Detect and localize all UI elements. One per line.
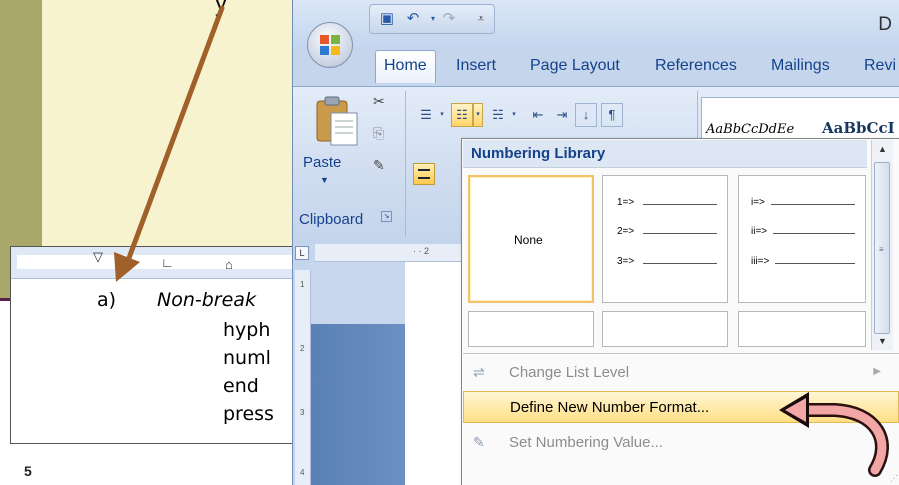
numbering-tile-empty-2[interactable] [602, 311, 728, 347]
numbering-tile-roman[interactable]: i=> ii=> iii=> [738, 175, 866, 303]
callout-curved-arrow [779, 392, 889, 477]
scroll-up-icon[interactable]: ▲ [878, 144, 887, 154]
menu-item-change-list-level[interactable]: ⇌ Change List Level ▶ [463, 357, 899, 389]
numbering-tile-none[interactable]: None [468, 175, 594, 303]
v-ruler-tick: 1 [300, 280, 305, 289]
tab-selector[interactable]: L [295, 246, 309, 260]
tab-mailings[interactable]: Mailings [771, 57, 830, 75]
show-formatting-icon[interactable]: ¶ [601, 103, 623, 127]
scroll-thumb[interactable]: ≡ [874, 162, 890, 334]
tab-insert[interactable]: Insert [456, 57, 496, 75]
scroll-down-icon[interactable]: ▼ [878, 336, 887, 346]
decrease-indent-icon[interactable]: ⇤ [527, 103, 549, 127]
numbering-icon[interactable]: ☷ [451, 103, 473, 127]
numbering-library-header: Numbering Library [463, 140, 867, 168]
copy-icon[interactable]: ⎘ [373, 125, 384, 142]
paste-dropdown-icon[interactable]: ▼ [320, 175, 329, 185]
word-window: ▣ ↶ ▾ ↷ ⩡ D Home Insert Page Layout Refe… [292, 0, 899, 485]
save-icon[interactable]: ▣ [378, 10, 396, 28]
clipboard-group-label: Clipboard [299, 211, 364, 228]
tile-number-label: 3=> [617, 256, 635, 267]
format-painter-icon[interactable]: ✎ [373, 157, 385, 174]
multilevel-dropdown-icon[interactable]: ▾ [509, 103, 519, 127]
office-logo-icon [320, 35, 340, 55]
cut-icon[interactable]: ✂ [373, 93, 385, 110]
annotation-arrow-to-ruler [114, 5, 225, 282]
ribbon-tabs: Home Insert Page Layout References Maili… [293, 48, 899, 86]
title-bar: ▣ ↶ ▾ ↷ ⩡ D [293, 0, 899, 48]
define-new-number-format-label: Define New Number Format... [510, 399, 710, 416]
paste-button[interactable]: Paste [303, 154, 341, 171]
tile-number-label: ii=> [751, 226, 768, 237]
scroll-grip-icon: ≡ [879, 245, 884, 254]
numbering-library-title: Numbering Library [471, 145, 606, 162]
list-item-line-5: press [223, 403, 274, 425]
page-margin-top [311, 262, 405, 324]
v-ruler-tick: 4 [300, 468, 305, 477]
numbering-tile-empty-3[interactable] [738, 311, 866, 347]
quick-access-toolbar: ▣ ↶ ▾ ↷ ⩡ [369, 4, 495, 34]
change-list-level-icon: ⇌ [473, 364, 485, 380]
window-title: D [878, 14, 892, 35]
horizontal-ruler-marks: · · 2 [413, 246, 430, 256]
numbering-tile-empty-1[interactable] [468, 311, 594, 347]
list-item-line-2: hyph [223, 319, 271, 341]
slide-number: 5 [24, 463, 32, 479]
v-ruler-tick: 2 [300, 344, 305, 353]
style-heading-sample[interactable]: AaBbCcI [822, 119, 895, 137]
list-item-line-1: Non-break [157, 289, 256, 311]
align-left-icon[interactable] [413, 163, 435, 185]
multilevel-list-icon[interactable]: ☵ [487, 103, 509, 127]
redo-icon[interactable]: ↷ [440, 10, 458, 28]
bullets-dropdown-icon[interactable]: ▾ [437, 103, 447, 127]
submenu-arrow-icon: ▶ [873, 366, 881, 377]
list-label: a) [97, 289, 117, 311]
set-numbering-value-label: Set Numbering Value... [509, 434, 663, 451]
office-button[interactable] [307, 22, 353, 68]
customize-qat-icon[interactable]: ⩡ [472, 10, 490, 28]
bullets-icon[interactable]: ☰ [415, 103, 437, 127]
tile-number-label: 1=> [617, 197, 635, 208]
tab-references[interactable]: References [655, 57, 737, 75]
tile-none-label: None [514, 233, 543, 247]
list-item-line-3: numl [223, 347, 271, 369]
undo-icon[interactable]: ↶ [404, 10, 422, 28]
tab-review[interactable]: Revi [864, 57, 896, 75]
increase-indent-icon[interactable]: ⇥ [551, 103, 573, 127]
change-list-level-label: Change List Level [509, 364, 630, 381]
tile-number-label: i=> [751, 197, 765, 208]
style-normal-sample[interactable]: AaBbCcDdEe [706, 122, 794, 137]
tile-number-label: 2=> [617, 226, 635, 237]
paragraph-toolbar: ☰ ▾ ☷ ▾ ☵ ▾ ⇤ ⇥ ↓ ¶ [415, 103, 695, 129]
tab-home[interactable]: Home [375, 50, 436, 83]
tab-page-layout[interactable]: Page Layout [530, 57, 620, 75]
numbering-tile-arabic[interactable]: 1=> 2=> 3=> [602, 175, 728, 303]
list-item-line-4: end [223, 375, 259, 397]
gallery-scrollbar[interactable]: ▲ ≡ ▼ [871, 140, 893, 350]
v-ruler-tick: 3 [300, 408, 305, 417]
paste-icon[interactable] [313, 95, 361, 147]
tile-number-label: iii=> [751, 256, 770, 267]
clipboard-launcher-icon[interactable]: ↘ [381, 211, 392, 222]
set-numbering-value-icon: ✎ [473, 434, 485, 450]
vertical-ruler: 1 2 3 4 [295, 270, 311, 485]
numbering-dropdown-icon[interactable]: ▾ [473, 103, 483, 127]
sort-icon[interactable]: ↓ [575, 103, 597, 127]
